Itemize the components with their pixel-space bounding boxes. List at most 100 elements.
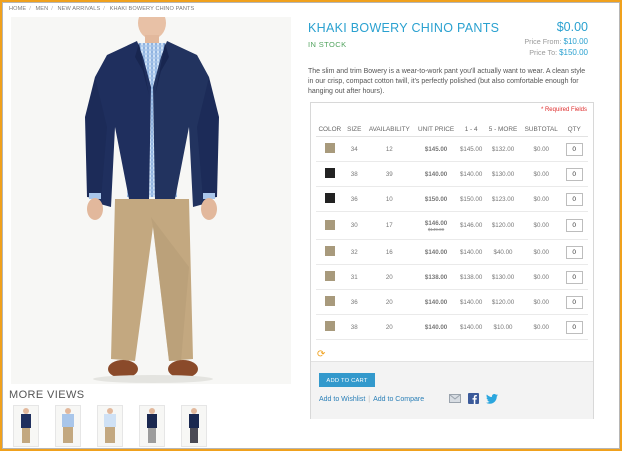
subtotal-cell: $0.00	[522, 186, 561, 212]
product-main-image[interactable]	[11, 17, 291, 384]
qty-input[interactable]: 0	[565, 245, 583, 259]
table-row: 31 20 $138.00 $138.00 $130.00 $0.00 0	[316, 264, 588, 290]
subtotal-cell: $0.00	[522, 264, 561, 290]
thumbnail-image	[189, 408, 199, 443]
breadcrumb-new-arrivals[interactable]: NEW ARRIVALS	[58, 6, 101, 12]
facebook-icon[interactable]	[468, 393, 479, 404]
old-price: $149.00	[427, 226, 445, 232]
thumbnail-shirt[interactable]	[55, 405, 81, 447]
unit-price-cell: $138.00	[413, 264, 459, 290]
qty-input[interactable]: 0	[565, 270, 583, 284]
unit-price-cell: $140.00	[413, 239, 459, 265]
qty-cell: 0	[560, 186, 588, 212]
size-cell: 30	[343, 211, 365, 240]
color-cell	[316, 239, 344, 265]
refresh-icon[interactable]: ⟳	[317, 349, 325, 360]
product-links: Add to Wishlist | Add to Compare	[319, 396, 424, 403]
table-row: 38 20 $140.00 $140.00 $10.00 $0.00 0	[316, 314, 588, 340]
thumbnail-jacket-side[interactable]	[139, 405, 165, 447]
availability-cell: 39	[364, 161, 414, 187]
size-cell: 32	[343, 239, 365, 265]
grouped-product-box: * Required Fields COLOR SIZE AVAILABILIT…	[310, 102, 594, 419]
unit-price-cell: $140.00	[413, 161, 459, 187]
color-cell	[316, 264, 344, 290]
col-qty: QTY	[560, 122, 588, 137]
availability-cell: 10	[364, 186, 414, 212]
unit-price-value: $146.00	[424, 219, 448, 227]
breadcrumb: HOME / MEN / NEW ARRIVALS / KHAKI BOWERY CH…	[9, 6, 195, 12]
price-5-more-cell: $10.00	[483, 314, 523, 340]
size-cell: 34	[343, 136, 365, 162]
add-to-cart-area: ADD TO CART Add to Wishlist | Add to Compa…	[311, 361, 593, 419]
qty-input[interactable]: 0	[565, 192, 583, 206]
table-row: 32 16 $140.00 $140.00 $40.00 $0.00 0	[316, 239, 588, 265]
availability-cell: 20	[364, 314, 414, 340]
size-cell: 38	[343, 161, 365, 187]
qty-input[interactable]: 0	[565, 295, 583, 309]
more-views-heading: MORE VIEWS	[9, 389, 85, 401]
price-1-4-cell: $140.00	[458, 289, 484, 315]
color-swatch	[324, 271, 335, 281]
size-cell: 36	[343, 186, 365, 212]
subtotal-cell: $0.00	[522, 161, 561, 187]
color-cell	[316, 289, 344, 315]
breadcrumb-current: KHAKI BOWERY CHINO PANTS	[109, 6, 195, 12]
price-1-4-cell: $145.00	[458, 136, 484, 162]
availability-cell: 12	[364, 136, 414, 162]
price-5-more-cell: $130.00	[483, 161, 523, 187]
qty-input[interactable]: 0	[565, 142, 583, 156]
availability-cell: 20	[364, 264, 414, 290]
table-row: 36 20 $140.00 $140.00 $120.00 $0.00 0	[316, 289, 588, 315]
price-from-value: $10.00	[563, 37, 588, 46]
thumbnail-image	[147, 408, 157, 443]
qty-input[interactable]: 0	[565, 320, 583, 334]
color-cell	[316, 186, 344, 212]
availability-cell: 17	[364, 211, 414, 240]
col-price-1-4: 1 - 4	[458, 122, 484, 137]
table-row: 30 17 $146.00 $149.00 $146.00 $120.00 $0.…	[316, 211, 588, 240]
col-subtotal: SUBTOTAL	[522, 122, 561, 137]
thumbnail-chinos[interactable]	[97, 405, 123, 447]
twitter-icon[interactable]	[486, 393, 498, 404]
color-cell	[316, 211, 344, 240]
col-size: SIZE	[343, 122, 365, 137]
email-icon[interactable]	[449, 394, 461, 403]
qty-input[interactable]: 0	[565, 167, 583, 181]
price-5-more-cell: $130.00	[483, 264, 523, 290]
unit-price-cell: $150.00	[413, 186, 459, 212]
breadcrumb-home[interactable]: HOME	[9, 6, 26, 12]
price-1-4-cell: $146.00	[458, 211, 484, 240]
price-to: Price To: $150.00	[529, 48, 588, 57]
link-divider: |	[368, 396, 371, 403]
add-to-wishlist-link[interactable]: Add to Wishlist	[319, 396, 365, 403]
table-row: 34 12 $145.00 $145.00 $132.00 $0.00 0	[316, 136, 588, 162]
price-1-4-cell: $140.00	[458, 314, 484, 340]
color-swatch	[324, 296, 335, 306]
table-header-row: COLOR SIZE AVAILABILITY UNIT PRICE 1 - 4…	[316, 122, 588, 137]
add-to-cart-button[interactable]: ADD TO CART	[319, 373, 375, 387]
size-cell: 31	[343, 264, 365, 290]
price-from-label: Price From:	[524, 37, 562, 46]
color-swatch	[324, 143, 335, 153]
color-cell	[316, 161, 344, 187]
qty-cell: 0	[560, 289, 588, 315]
qty-cell: 0	[560, 314, 588, 340]
required-fields-note: * Required Fields	[540, 107, 587, 113]
subtotal-cell: $0.00	[522, 289, 561, 315]
table-row: 38 39 $140.00 $140.00 $130.00 $0.00 0	[316, 161, 588, 187]
price-to-value: $150.00	[559, 48, 588, 57]
subtotal-cell: $0.00	[522, 239, 561, 265]
thumbnail-front-jacket[interactable]	[13, 405, 39, 447]
qty-input[interactable]: 0	[565, 219, 583, 232]
add-to-compare-link[interactable]: Add to Compare	[373, 396, 424, 403]
color-cell	[316, 136, 344, 162]
thumbnail-image	[21, 408, 31, 443]
unit-price-cell: $145.00	[413, 136, 459, 162]
thumbnail-dark-jacket[interactable]	[181, 405, 207, 447]
color-swatch	[324, 168, 335, 178]
availability-cell: 16	[364, 239, 414, 265]
unit-price-cell: $140.00	[413, 314, 459, 340]
color-swatch	[324, 219, 335, 230]
size-cell: 38	[343, 314, 365, 340]
breadcrumb-men[interactable]: MEN	[36, 6, 49, 12]
